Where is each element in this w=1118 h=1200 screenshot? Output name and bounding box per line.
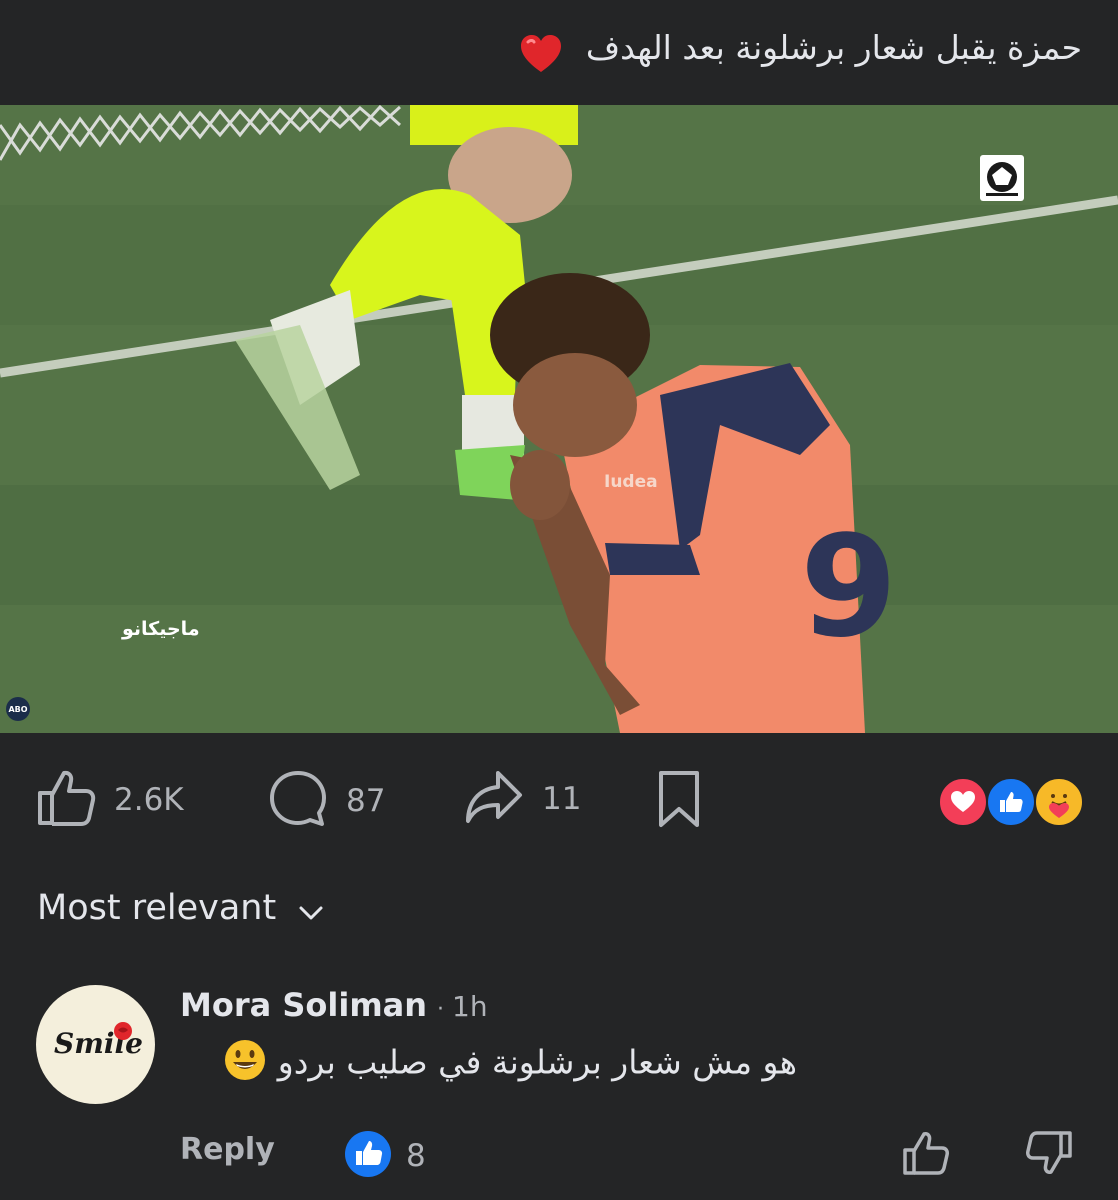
comment-body: هو مش شعار برشلونة في صليب بردو [185, 1038, 797, 1090]
comment-author[interactable]: Mora Soliman [180, 986, 427, 1024]
separator-dot: · [437, 997, 445, 1022]
channel-logo [980, 155, 1024, 201]
share-count: 11 [542, 781, 582, 817]
comment-text: هو مش شعار برشلونة في صليب بردو [277, 1042, 797, 1082]
svg-text:9: 9 [800, 506, 897, 669]
svg-text:Iudea: Iudea [604, 472, 658, 492]
bookmark-icon [656, 769, 702, 833]
like-count: 2.6K [114, 782, 184, 818]
thumbs-up-icon[interactable] [902, 1130, 950, 1180]
red-heart-icon [519, 34, 563, 78]
share-button[interactable]: 11 [464, 769, 581, 829]
share-arrow-icon [464, 769, 524, 829]
comment-action-bar: Reply 8 [180, 1130, 1080, 1177]
comment-like-count: 8 [406, 1138, 426, 1174]
love-reaction-icon [938, 777, 988, 827]
chevron-down-icon [298, 890, 324, 930]
smiley-emoji-icon [223, 1038, 267, 1090]
save-button[interactable] [656, 769, 702, 833]
like-button[interactable]: 2.6K [36, 769, 184, 831]
like-reaction-icon [986, 777, 1036, 827]
like-reaction-icon [344, 1130, 392, 1182]
comment-time: 1h [452, 990, 488, 1023]
rose-icon [114, 1022, 132, 1040]
sort-label: Most relevant [37, 888, 277, 928]
reply-button[interactable]: Reply [180, 1132, 275, 1167]
care-reaction-icon [1034, 777, 1084, 827]
thumbs-down-icon[interactable] [1025, 1130, 1073, 1180]
post-caption-text: حمزة يقبل شعار برشلونة بعد الهدف [585, 28, 1082, 67]
comment-sort-dropdown[interactable]: Most relevant [37, 886, 324, 930]
corner-badge: ABO [6, 697, 30, 721]
channel-watermark: ماجيكانو [122, 618, 200, 640]
post-action-bar: 2.6K 87 11 [0, 733, 1118, 868]
post-caption: حمزة يقبل شعار برشلونة بعد الهدف [0, 0, 1118, 105]
comment-header: Mora Soliman · 1h [180, 986, 488, 1024]
reaction-summary[interactable] [938, 777, 1084, 827]
comment-button[interactable]: 87 [268, 769, 385, 833]
thumbs-up-icon [36, 769, 96, 831]
comment-item: Smile Mora Soliman · 1h هو مش شعار برشلو… [0, 980, 1118, 1200]
post-video[interactable]: 9 Iudea ماجيكانو ABO [0, 105, 1118, 733]
comment-like-summary[interactable]: 8 [344, 1130, 426, 1182]
comment-bubble-icon [268, 769, 328, 833]
avatar[interactable]: Smile [36, 985, 155, 1104]
comment-count: 87 [346, 783, 386, 819]
